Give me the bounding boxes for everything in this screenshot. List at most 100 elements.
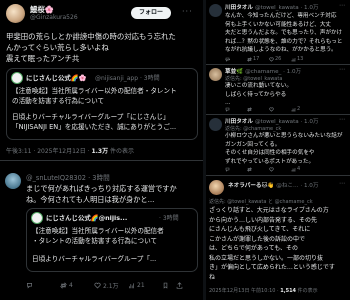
tweet-text-line: 震えて眠ったアンチ共	[6, 54, 80, 63]
views-icon	[291, 57, 296, 62]
reply-button[interactable]	[26, 281, 60, 290]
heart-icon	[94, 282, 101, 289]
share-button[interactable]	[176, 281, 190, 290]
reply-text-line: 何も上手くいかない可能性あるけど、大丈	[225, 21, 332, 28]
reply-text-line: まじで何があればきっちり対応する運営ですか	[26, 184, 177, 193]
like-button[interactable]	[269, 106, 291, 112]
reply-handle[interactable]: @_snLuteIQ28302 · 3時間	[26, 172, 198, 182]
views-icon	[128, 282, 135, 289]
bookmark-button[interactable]	[162, 281, 176, 290]
reply-text-line: れば…？黙の状態を、誰の力で？それらもっと	[225, 38, 343, 45]
reply-to[interactable]: 返信先: @towel_kawata	[225, 75, 347, 82]
follow-button[interactable]: フォロー	[131, 7, 171, 19]
reply-button[interactable]	[225, 56, 247, 62]
reply-avatar[interactable]	[209, 4, 222, 17]
like-button[interactable]: 2.1万	[94, 281, 128, 290]
author-handle[interactable]: @Ginzakura526	[30, 14, 120, 21]
more-icon[interactable]: ···	[182, 7, 193, 16]
tweet-meta: 午後3:11 · 2025年12月12日 · 1.3万 件の表示	[6, 146, 198, 155]
retweet-button[interactable]: 4	[60, 281, 94, 290]
views-label: 件の表示	[296, 288, 318, 294]
like-button[interactable]: 26	[269, 56, 291, 62]
reply-text-line: ね。今何されても人明日は我が身かと...	[26, 195, 155, 204]
quote-author-handle: · 3時間	[159, 215, 179, 222]
reply-icon	[26, 282, 33, 289]
retweet-icon	[60, 282, 67, 289]
views-label: 件の表示	[108, 148, 135, 155]
reply-text-line: なんか、今知ったんだけど、専用ベンチ対応	[225, 13, 337, 19]
share-icon	[176, 282, 183, 289]
reply-author[interactable]: 草並🌿 @chamame_ · 1.0万	[225, 67, 335, 75]
reply-author[interactable]: 川田タオル @towel_kawata · 1.0万	[225, 3, 335, 11]
quote-text-line: 【注意喚起】当社所属ライバー以外の配信者・タレント	[12, 87, 177, 95]
quote-avatar	[31, 212, 43, 224]
like-button[interactable]	[269, 166, 291, 172]
views-button[interactable]: 2	[291, 106, 313, 112]
quote-text-line: ・タレントの活動を妨害する行為について	[32, 237, 158, 245]
heart-icon	[269, 167, 274, 172]
reply-icon	[225, 57, 230, 62]
main-tweet-panel: 鰻桜🌸 @Ginzakura526 フォロー ··· 甲斐田の荒らしとか誹謗中傷…	[0, 0, 203, 300]
views-count: 1.3万	[91, 148, 109, 155]
reply-author[interactable]: ネオラパーる🐱👋 @ねこ… · 1.0万	[228, 181, 328, 189]
quote-avatar	[11, 72, 23, 84]
reply-author[interactable]: 川田タオル @towel_kawata · 1.0万	[225, 117, 335, 125]
divider	[206, 175, 350, 176]
retweet-button[interactable]	[247, 106, 269, 112]
reply-button[interactable]	[225, 106, 247, 112]
more-icon[interactable]: ⋯	[339, 180, 345, 187]
reply-button[interactable]	[225, 166, 247, 172]
views-button[interactable]: 13	[291, 56, 313, 62]
retweet-button[interactable]: 17	[247, 56, 269, 62]
bookmark-icon	[162, 282, 169, 289]
reply-text-line: ね	[209, 273, 216, 281]
reply-text-line: そのくせ自分は同性の相手の気をや	[225, 150, 315, 157]
quote-author-name: にじさんじ公式🌈🌸	[26, 74, 87, 82]
reply-text-line: は、どちらで何があっても、その	[209, 245, 299, 252]
reply-text-line: 凄いこの流れ動いてない。	[225, 83, 292, 89]
reply-avatar[interactable]	[209, 180, 224, 195]
reply-avatar[interactable]	[209, 118, 222, 131]
reply-actions: 4	[225, 166, 313, 172]
views-button[interactable]: 4	[291, 166, 313, 172]
reply-to[interactable]: 返信先: @towel_kawata と @chamame_ck	[209, 198, 349, 205]
views-icon	[291, 167, 296, 172]
tweet-meta: 2025年12月13日 午前10:10 · 1,514 件の表示	[209, 287, 349, 294]
reply-text-line: から向かう…しい内部告発する、その先	[209, 216, 318, 224]
tweet-timestamp[interactable]: 2025年12月13日 午前10:10 ·	[209, 288, 280, 294]
retweet-icon	[247, 56, 252, 62]
more-icon[interactable]: ⋯	[339, 2, 345, 9]
quote-text-line: の活動を妨害する行為について	[12, 97, 105, 105]
reply-text-line: ざっくり話すと、大元はさなライブさんの方	[209, 207, 329, 214]
more-icon[interactable]: ⋯	[339, 116, 345, 123]
views-button[interactable]: 21	[128, 281, 162, 290]
retweet-icon	[247, 106, 252, 112]
divider	[206, 64, 350, 65]
tweet-text-line: 甲斐田の荒らしとか誹謗中傷の時の対応もう忘れた	[6, 32, 176, 41]
reply-actions: 4 2.1万 21	[26, 281, 190, 290]
reply-thread-panel: 川田タオル @towel_kawata · 1.0万 ⋯ なんか、今知ったんだけ…	[206, 0, 350, 300]
retweet-button[interactable]	[247, 166, 269, 172]
reply-text-line: ガンガン回ってくる。	[225, 141, 281, 148]
reply-text-line: 小柳ロウさんが悪いと思うらないみたいな話が	[225, 133, 343, 139]
tweet-timestamp[interactable]: 午後3:11 · 2025年12月12日 ·	[6, 148, 91, 155]
reply-text-line: ながれ抗議しようなのね、がかかると思う。	[225, 47, 337, 54]
reply-actions: 17 26 13	[225, 56, 313, 62]
quoted-tweet[interactable]: にじさんじ公式🌈🌸 @nijisanji_app · 3時間 【注意喚起】当社所…	[6, 68, 198, 140]
quote-text-line: 日頃よりバーチャルライバーグループ「...	[32, 255, 157, 263]
reply-text-line: 私の立場だと思うしかない。一部の切り抜	[209, 254, 324, 262]
reply-avatar[interactable]	[209, 68, 222, 81]
more-icon[interactable]: ⋯	[339, 66, 345, 73]
author-avatar[interactable]	[6, 4, 25, 23]
heart-icon	[269, 107, 274, 112]
reply-icon	[225, 167, 230, 172]
reply-avatar[interactable]	[5, 173, 21, 189]
reply-quoted-tweet[interactable]: にじさんじ公式🌈@nijis... · 3時間 【注意喚起】当社所属ライバー以外…	[26, 208, 198, 272]
quote-text-line: 日頃よりバーチャルライバーグループ「にじさんじ」	[12, 113, 170, 121]
quote-author-handle: @nijisanji_app · 3時間	[95, 75, 160, 82]
quote-text-line: 【注意喚起】当社所属ライバー以外の配信者	[32, 227, 164, 235]
views-count: 1,514	[280, 288, 297, 294]
reply-actions: 2	[225, 106, 313, 112]
reply-to[interactable]: 返信先: @chamame_ck	[225, 125, 347, 132]
quote-author-name: にじさんじ公式🌈@nijis...	[46, 214, 128, 222]
